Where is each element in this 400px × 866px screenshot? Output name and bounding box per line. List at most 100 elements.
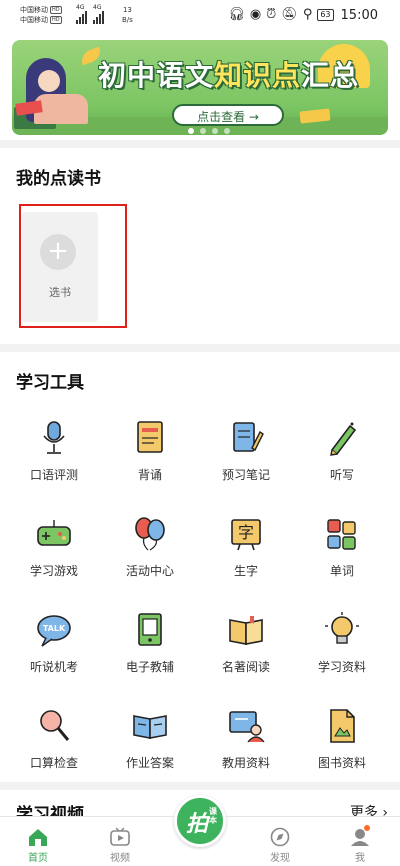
promo-banner[interactable]: 初中语文知识点汇总 点击查看 → (12, 40, 388, 135)
teacher-board-icon (229, 711, 265, 743)
tool-label: 口算检查 (29, 756, 78, 770)
letter-blocks-icon (327, 519, 356, 550)
banner-pagination (188, 128, 230, 134)
tool-activity-center[interactable]: 活动中心 (104, 514, 196, 579)
nav-label: 发现 (270, 853, 290, 864)
talk-bubble-icon: TALK (37, 615, 71, 647)
tool-dictation[interactable]: 听写 (296, 418, 388, 483)
nav-me[interactable]: 我 (330, 817, 390, 864)
banner-girl-face (38, 70, 60, 92)
wifi-icon: ⚲ (302, 7, 313, 22)
net-speed-unit: B/s (122, 16, 133, 24)
banner-view-button[interactable]: 点击查看 → (172, 104, 284, 126)
tool-new-characters[interactable]: 字 生字 (200, 514, 292, 579)
tool-label: 作业答案 (125, 756, 174, 770)
tool-teaching-materials[interactable]: 教用资料 (200, 706, 292, 771)
carrier-1: 中国移动 (20, 6, 48, 14)
mute-icon: 🔕︎ (281, 7, 298, 22)
tool-label: 教用资料 (221, 756, 270, 770)
signal-strength-icon: 4G (93, 4, 104, 24)
tool-label: 图书资料 (317, 756, 366, 770)
answer-book-icon (133, 715, 167, 739)
tool-mental-math-check[interactable]: 口算检查 (8, 706, 100, 771)
bottom-navigation: 首页 视频 拍 课本 发现 我 (0, 795, 400, 866)
nav-label: 我 (355, 853, 365, 864)
signal-type-1: 4G (76, 4, 85, 11)
tool-learning-game[interactable]: 学习游戏 (8, 514, 100, 579)
ebook-icon (138, 613, 162, 646)
carrier-2: 中国移动 (20, 16, 48, 24)
alarm-icon: ⏰︎ (266, 7, 277, 22)
document-icon (330, 709, 355, 743)
clock: 15:00 (340, 7, 378, 23)
carrier-info: 中国移动 HD 中国移动 HD (20, 5, 62, 25)
center-sub-label: 课本 (209, 807, 217, 825)
eye-icon: ◉ (249, 7, 262, 22)
nav-discover[interactable]: 发现 (250, 817, 310, 864)
banner-title-part1: 初中语文 (98, 59, 215, 92)
banner-title-part2: 汇总 (301, 59, 360, 92)
nav-label: 视频 (110, 853, 130, 864)
tool-homework-answers[interactable]: 作业答案 (104, 706, 196, 771)
tool-label: 背诵 (137, 468, 162, 482)
tools-section: 学习工具 口语评测 背诵 预习笔记 听写 学习游戏 活动中心 字 生字 单词 T… (0, 352, 400, 782)
tool-label: 口语评测 (29, 468, 78, 482)
notification-dot (364, 825, 370, 831)
battery-icon: 63 (317, 9, 334, 21)
tool-listening-exam[interactable]: TALK 听说机考 (8, 610, 100, 675)
tool-study-materials[interactable]: 学习资料 (296, 610, 388, 675)
lightbulb-icon (325, 612, 359, 644)
tool-recite[interactable]: 背诵 (104, 418, 196, 483)
pagination-dot[interactable] (188, 128, 194, 134)
nav-home[interactable]: 首页 (8, 817, 68, 864)
tools-title: 学习工具 (16, 373, 84, 393)
tool-label: 预习笔记 (221, 468, 270, 482)
svg-text:字: 字 (238, 523, 254, 542)
video-play-icon (110, 827, 130, 846)
tool-label: 生字 (233, 564, 258, 578)
signal-type-2: 4G (93, 4, 102, 11)
signal-strength-icon: 4G (76, 4, 87, 24)
my-books-section: 我的点读书 + 选书 (0, 148, 400, 344)
banner-section: 初中语文知识点汇总 点击查看 → (0, 32, 400, 140)
nav-label: 首页 (28, 853, 48, 864)
tool-label: 听写 (329, 468, 354, 482)
gamepad-icon (37, 520, 71, 546)
tool-label: 听说机考 (29, 660, 78, 674)
hd-badge: HD (50, 16, 62, 24)
center-main-label: 拍 (186, 812, 209, 837)
tool-preview-notes[interactable]: 预习笔记 (200, 418, 292, 483)
hd-badge: HD (50, 6, 62, 14)
net-speed-value: 13 (122, 6, 132, 14)
tool-label: 单词 (329, 564, 354, 578)
highlight-frame (19, 204, 127, 328)
tool-label: 学习游戏 (29, 564, 78, 578)
character-board-icon: 字 (231, 519, 261, 551)
photo-textbook-button[interactable]: 拍 课本 (174, 795, 226, 847)
tool-classics-reading[interactable]: 名著阅读 (200, 610, 292, 675)
home-icon (29, 829, 47, 846)
tool-book-materials[interactable]: 图书资料 (296, 706, 388, 771)
tool-label: 活动中心 (125, 564, 174, 578)
svg-text:TALK: TALK (43, 624, 66, 633)
headphones-icon: 🎧︎ (228, 7, 245, 22)
pagination-dot[interactable] (200, 128, 206, 134)
open-book-icon (229, 616, 263, 645)
notebook-pen-icon (233, 422, 264, 452)
nav-video[interactable]: 视频 (90, 817, 150, 864)
tool-vocabulary[interactable]: 单词 (296, 514, 388, 579)
tool-oral-test[interactable]: 口语评测 (8, 418, 100, 483)
tool-e-tutorial[interactable]: 电子教辅 (104, 610, 196, 675)
banner-title: 初中语文知识点汇总 (98, 54, 359, 94)
network-speed: 13 B/s (122, 5, 133, 25)
book-icon (137, 421, 163, 453)
pagination-dot[interactable] (212, 128, 218, 134)
tool-label: 学习资料 (317, 660, 366, 674)
banner-title-highlight: 知识点 (214, 59, 302, 92)
signal-icons: 4G 4G (76, 4, 104, 24)
status-right: 🎧︎ ◉ ⏰︎ 🔕︎ ⚲ 63 15:00 (228, 7, 378, 23)
tool-label: 电子教辅 (125, 660, 174, 674)
pagination-dot[interactable] (224, 128, 230, 134)
battery-level: 63 (320, 10, 331, 19)
tool-label: 名著阅读 (221, 660, 270, 674)
